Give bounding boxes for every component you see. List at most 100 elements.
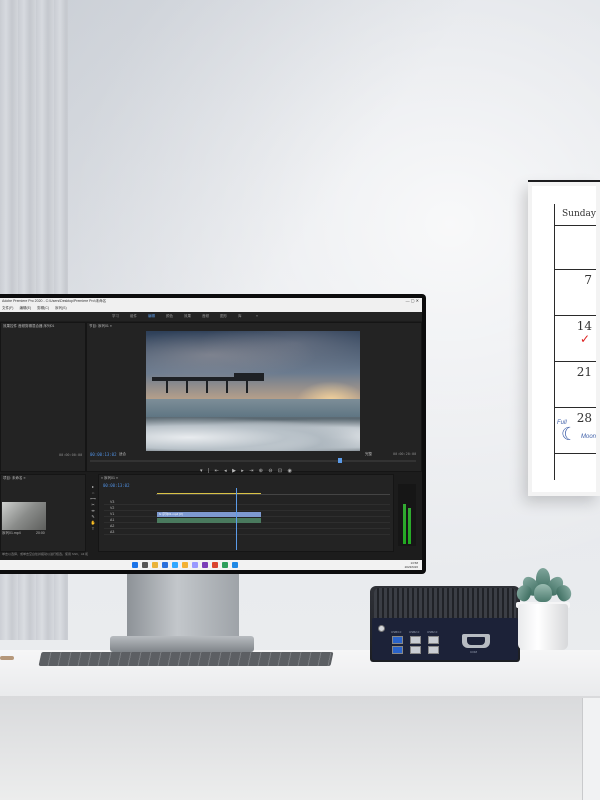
monitor-screen: Adobe Premiere Pro 2020 - C:\Users\Deskt… <box>0 298 422 570</box>
calendar-cell <box>555 226 596 270</box>
program-scrub-bar[interactable] <box>90 460 416 462</box>
calendar-cell: 14 ✓ <box>555 316 596 362</box>
work-area-bar <box>157 493 261 494</box>
workspace-audio[interactable]: 音频 <box>202 314 209 319</box>
audio-meter-right <box>408 508 411 544</box>
video-pier-post <box>186 381 188 393</box>
calendar-day: 14 <box>576 319 592 333</box>
browser-icon[interactable] <box>162 562 168 568</box>
checkmark-icon: ✓ <box>579 332 590 346</box>
video-snow-shore <box>146 417 360 451</box>
audio-clip[interactable] <box>157 518 261 523</box>
premiere-icon[interactable] <box>192 562 198 568</box>
video-pier-post <box>206 381 208 393</box>
usb2-port <box>410 646 421 654</box>
calendar-note: Moon <box>581 434 597 440</box>
port-label: USB2.0 <box>427 630 438 634</box>
zoom-fit-select[interactable]: 适合 <box>119 452 126 457</box>
menu-file[interactable]: 文件(F) <box>2 306 13 310</box>
status-bar: 单击以选择，或单击空白处并拖动以进行框选。使用 Shift、Alt 和 Ctrl… <box>2 552 88 556</box>
usb2-port <box>410 636 421 644</box>
video-pier-end <box>234 373 264 379</box>
calendar-day: 28 <box>576 411 592 425</box>
program-timecode[interactable]: 00:00:13:02 <box>90 452 117 457</box>
desk-leg <box>582 698 600 800</box>
video-pier-post <box>166 381 168 393</box>
workspace-libraries[interactable]: 库 <box>238 314 242 319</box>
calendar-header: Sunday <box>555 204 596 226</box>
pen <box>0 656 14 660</box>
workspace-bar: 学习 组件 编辑 颜色 效果 音频 图形 库 » <box>0 312 422 321</box>
calendar-day: 7 <box>584 273 592 287</box>
timeline-playhead[interactable] <box>236 488 237 550</box>
playback-quality-select[interactable]: 完整 <box>365 452 372 457</box>
track-v2: V2 <box>104 506 390 511</box>
track-a2: A2 <box>104 524 390 529</box>
menu-clip[interactable]: 剪辑(C) <box>37 306 49 310</box>
mini-pc-heatsink-fins <box>374 588 516 618</box>
workspace-effects[interactable]: 效果 <box>184 314 191 319</box>
photoshop-icon[interactable] <box>172 562 178 568</box>
app-icon[interactable] <box>232 562 238 568</box>
calendar-note: Full <box>557 420 567 426</box>
program-playhead[interactable] <box>338 458 342 463</box>
desk-front <box>0 696 600 800</box>
track-v3: V3 <box>104 500 390 505</box>
source-panel-tab[interactable]: 效果控件 音频剪辑混合器 序列01 <box>3 324 54 329</box>
folder-icon[interactable] <box>152 562 158 568</box>
video-clip[interactable]: fx 序列01.mp4 [V] <box>157 512 261 517</box>
audio-meters <box>398 484 416 546</box>
audio-meter-left <box>403 504 406 544</box>
port-label: COM <box>470 650 477 654</box>
windows-taskbar: 13:58 2023/6/26 <box>0 560 422 570</box>
search-icon[interactable] <box>142 562 148 568</box>
tools-panel[interactable]: ▸ ⇔ ⟷ ✂ ⇹ ✎ ✋ T <box>89 484 97 544</box>
taskbar-clock[interactable]: 13:58 2023/6/26 <box>405 561 418 569</box>
port-label: USB2.0 <box>409 630 420 634</box>
port-label: USB3.0 <box>391 630 402 634</box>
monitor-stand-base <box>110 636 254 652</box>
source-panel: 效果控件 音频剪辑混合器 序列01 00:00:00:00 <box>0 322 86 472</box>
plant-pot <box>518 604 568 650</box>
media-thumbnail[interactable] <box>2 502 46 530</box>
calendar-day: 21 <box>576 365 592 379</box>
program-panel-tab[interactable]: 节目: 序列01 ≡ <box>89 324 112 329</box>
wall-calendar: Sunday 7 14 ✓ 21 28 ☾ Full Moon <box>528 182 600 496</box>
timeline-tab[interactable]: × 序列01 ≡ <box>101 476 118 481</box>
window-controls[interactable]: — ▢ ✕ <box>406 298 419 303</box>
workspace-graphics[interactable]: 图形 <box>220 314 227 319</box>
power-button <box>378 625 385 632</box>
serial-com-port-inner <box>467 637 485 645</box>
thumbnail-duration: 20:00 <box>36 531 45 535</box>
project-panel-tab[interactable]: 项目: 未命名 ≡ <box>3 476 25 481</box>
start-icon[interactable] <box>132 562 138 568</box>
monitor-stand <box>127 574 239 640</box>
moon-icon: ☾ <box>561 424 578 444</box>
calendar-cell: 21 <box>555 362 596 408</box>
calendar-cell: 7 <box>555 270 596 316</box>
menu-bar: 文件(F) 编辑(E) 剪辑(C) 序列(S) <box>0 305 422 312</box>
app-icon[interactable] <box>212 562 218 568</box>
timeline-timecode[interactable]: 00:00:13:02 <box>103 483 130 488</box>
workspace-learn[interactable]: 学习 <box>112 314 119 319</box>
app-icon[interactable] <box>222 562 228 568</box>
app-icon[interactable] <box>182 562 188 568</box>
leaf <box>534 584 552 602</box>
after-effects-icon[interactable] <box>202 562 208 568</box>
workspace-editing[interactable]: 编辑 <box>148 314 155 319</box>
program-duration: 00:00:20:00 <box>393 452 417 456</box>
keyboard <box>38 652 334 666</box>
workspace-color[interactable]: 颜色 <box>166 314 173 319</box>
workspace-assembly[interactable]: 组件 <box>130 314 137 319</box>
menu-sequence[interactable]: 序列(S) <box>55 306 67 310</box>
program-video-preview <box>146 331 360 451</box>
menu-edit[interactable]: 编辑(E) <box>19 306 31 310</box>
workspace-more[interactable]: » <box>256 314 258 318</box>
thumbnail-label: 序列01.mp4 <box>2 531 21 535</box>
source-duration: 00:00:00:00 <box>59 453 83 457</box>
taskbar-date: 2023/6/26 <box>404 565 418 569</box>
video-pier-post <box>226 381 228 393</box>
video-pier-post <box>246 381 248 393</box>
usb3-port <box>392 636 403 644</box>
usb2-port <box>428 646 439 654</box>
